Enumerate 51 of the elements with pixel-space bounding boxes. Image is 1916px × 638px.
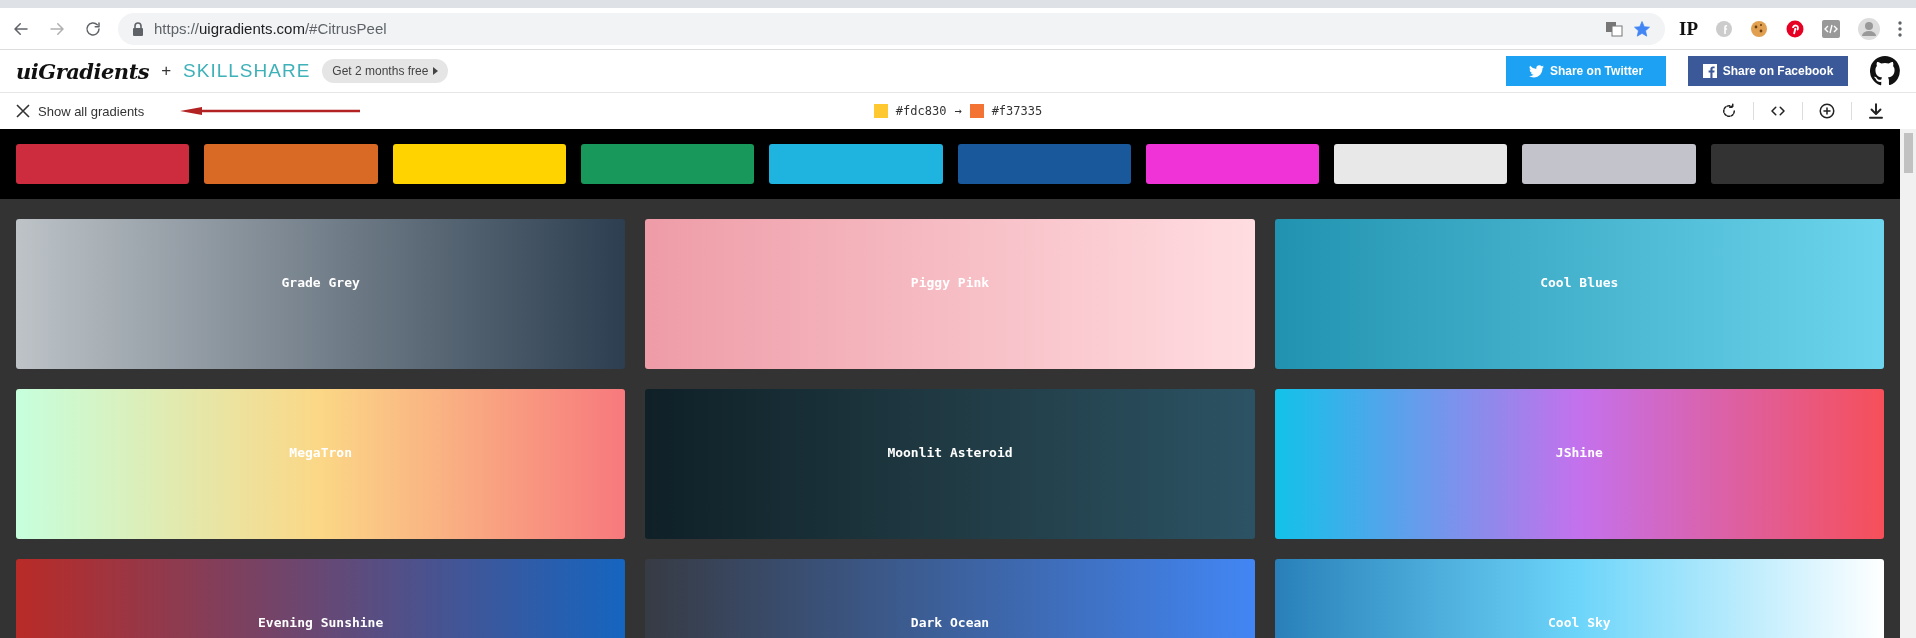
color-filter-swatch[interactable] xyxy=(1334,144,1508,184)
share-button[interactable]: Share on Facebook xyxy=(1688,56,1848,86)
profile-icon[interactable] xyxy=(1858,17,1880,40)
pin-icon[interactable] xyxy=(1786,19,1804,38)
color-filter-swatch[interactable] xyxy=(957,144,1131,184)
show-all-gradients-button[interactable]: Show all gradients xyxy=(16,103,145,119)
extension-text[interactable]: IP xyxy=(1679,17,1698,40)
promo-button[interactable]: Get 2 months free xyxy=(322,59,449,83)
gradient-card[interactable]: Grade Grey xyxy=(16,219,626,369)
color-filter-swatch[interactable] xyxy=(1145,144,1320,184)
scrollbar[interactable] xyxy=(1900,129,1916,638)
color-filter-swatch[interactable] xyxy=(1710,144,1884,184)
end-hex-text: #f37335 xyxy=(991,104,1043,118)
gradient-card[interactable]: Evening Sunshine xyxy=(16,559,626,638)
gradient-name: Cool Blues xyxy=(1540,275,1619,290)
github-icon[interactable] xyxy=(1870,56,1900,86)
gradient-name: Evening Sunshine xyxy=(258,615,384,630)
color-filter-swatch[interactable] xyxy=(769,144,943,184)
circle-f-icon[interactable] xyxy=(1716,20,1732,37)
gradient-card[interactable]: Dark Ocean xyxy=(645,559,1255,638)
bird-icon xyxy=(1528,64,1544,78)
menu-icon[interactable] xyxy=(1898,20,1902,37)
star-icon[interactable] xyxy=(1633,19,1651,38)
caret-icon xyxy=(433,67,439,75)
gradient-name: JShine xyxy=(1555,445,1603,460)
gradient-name: Cool Sky xyxy=(1548,615,1611,630)
scroll-thumb[interactable] xyxy=(1903,133,1913,173)
plus-text: + xyxy=(161,61,172,81)
gradient-name: Moonlit Asteroid xyxy=(887,445,1013,460)
color-filter-swatch[interactable] xyxy=(1522,144,1696,184)
gradient-name: Piggy Pink xyxy=(910,275,990,290)
code-icon[interactable] xyxy=(1822,19,1840,38)
color-filter-swatch[interactable] xyxy=(580,144,755,184)
close-icon xyxy=(16,104,30,118)
facebook-icon xyxy=(1702,64,1717,78)
url-text: https://uigradients.com/#CitrusPeel xyxy=(154,20,387,37)
reload-icon xyxy=(84,19,102,38)
gradient-card[interactable]: Moonlit Asteroid xyxy=(645,389,1255,539)
gradient-name: Grade Grey xyxy=(281,275,360,290)
color-filter-swatch[interactable] xyxy=(16,144,190,184)
gradient-name: MegaTron xyxy=(289,445,352,460)
start-hex-text: #fdc830 xyxy=(895,104,947,118)
lock-icon xyxy=(132,21,144,36)
translate-icon[interactable] xyxy=(1605,19,1623,38)
gradient-name: Dark Ocean xyxy=(910,615,990,630)
arrow-text: → xyxy=(954,104,962,118)
address-bar[interactable]: https://uigradients.com/#CitrusPeel xyxy=(118,12,1665,45)
color-filter-swatch[interactable] xyxy=(392,144,566,184)
color-filter-swatch[interactable] xyxy=(204,144,378,184)
cookie-icon[interactable] xyxy=(1750,19,1768,38)
site-logo[interactable]: uiGradients xyxy=(16,58,150,84)
